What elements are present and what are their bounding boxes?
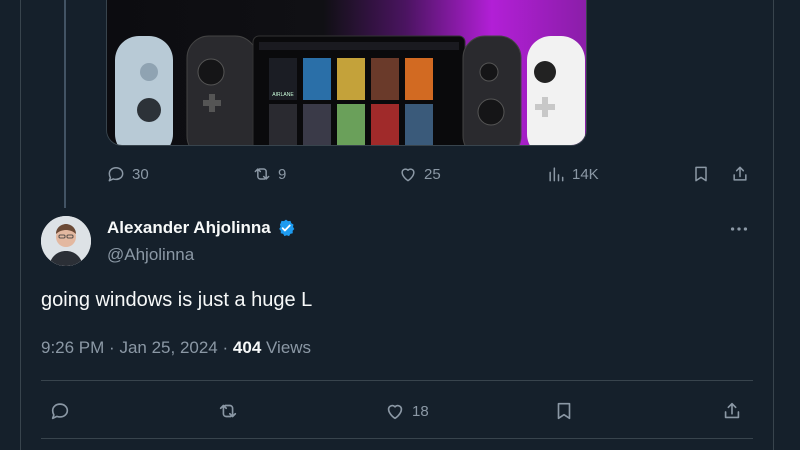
- post-date[interactable]: Jan 25, 2024: [119, 338, 217, 357]
- more-icon: [730, 227, 748, 231]
- views-icon: [549, 167, 564, 182]
- views-count: 14K: [572, 165, 599, 183]
- thread-connector-line: [64, 0, 66, 208]
- reply-icon: [108, 167, 124, 182]
- reply-button[interactable]: [49, 400, 71, 422]
- post-views-count: 404: [232, 338, 262, 357]
- post-actions: 18: [49, 399, 749, 423]
- repost-button[interactable]: [217, 400, 239, 422]
- handheld-console-image: AIRLANE: [107, 0, 586, 145]
- like-icon: [401, 168, 415, 182]
- more-options-button[interactable]: [728, 218, 750, 240]
- repost-icon: [219, 404, 237, 418]
- post-text: going windows is just a huge L: [41, 289, 313, 311]
- svg-text:AIRLANE: AIRLANE: [272, 92, 294, 98]
- reply-icon: [51, 403, 69, 420]
- like-button[interactable]: 18: [384, 400, 429, 422]
- share-button[interactable]: [721, 400, 743, 422]
- author-name[interactable]: Alexander Ahjolinna: [107, 218, 271, 238]
- divider: [41, 438, 753, 439]
- share-button[interactable]: [730, 164, 750, 184]
- quoted-post-actions: 30 9 25 14K: [106, 163, 756, 185]
- reply-count: 30: [132, 165, 149, 183]
- meta-separator: ·: [222, 338, 229, 357]
- like-count: 18: [412, 402, 429, 420]
- avatar-image: [41, 216, 91, 266]
- like-icon: [387, 404, 403, 420]
- repost-count: 9: [278, 165, 287, 183]
- share-icon: [724, 402, 740, 419]
- author-handle[interactable]: @Ahjolinna: [107, 245, 194, 265]
- share-icon: [733, 166, 747, 181]
- repost-icon: [254, 168, 270, 180]
- bookmark-icon: [695, 166, 707, 182]
- avatar[interactable]: [41, 216, 91, 266]
- like-count: 25: [424, 165, 441, 183]
- author-name-row[interactable]: Alexander Ahjolinna: [107, 218, 296, 238]
- bookmark-button[interactable]: [553, 400, 575, 422]
- repost-button[interactable]: 9: [252, 164, 286, 184]
- verified-badge-icon: [278, 219, 295, 237]
- divider: [41, 380, 753, 381]
- post-views-label: Views: [266, 338, 312, 357]
- views-button[interactable]: 14K: [546, 164, 599, 184]
- bookmark-button[interactable]: [691, 164, 711, 184]
- post-media-image[interactable]: AIRLANE: [106, 0, 587, 146]
- bookmark-icon: [557, 402, 571, 420]
- post-time[interactable]: 9:26 PM: [41, 338, 104, 357]
- reply-button[interactable]: 30: [106, 164, 149, 184]
- post-metadata: 9:26 PM · Jan 25, 2024 · 404 Views: [41, 338, 311, 358]
- meta-separator: ·: [109, 338, 115, 357]
- like-button[interactable]: 25: [398, 164, 441, 184]
